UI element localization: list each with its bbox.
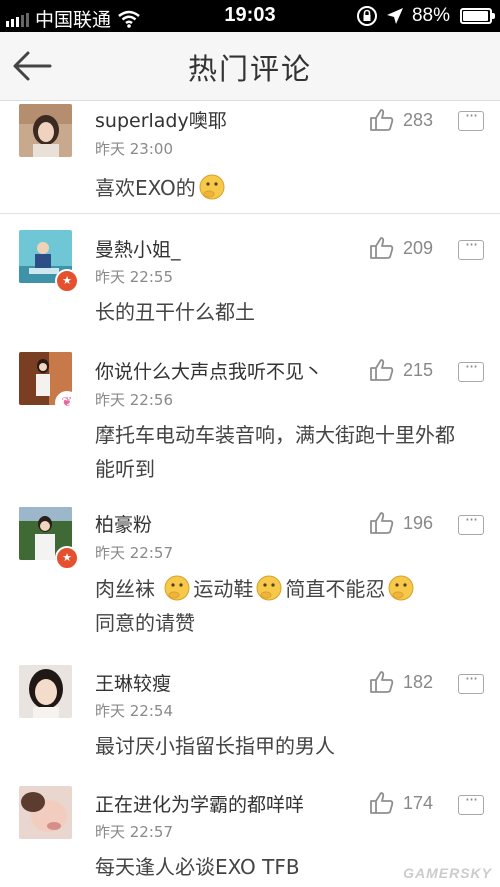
more-options-button[interactable] bbox=[458, 235, 484, 260]
thumbs-up-icon bbox=[370, 109, 394, 131]
verified-star-badge: ★ bbox=[55, 546, 79, 570]
like-button[interactable]: 283 bbox=[369, 108, 433, 132]
avatar[interactable] bbox=[19, 786, 72, 839]
like-button[interactable]: 182 bbox=[369, 670, 433, 694]
verified-star-badge: ★ bbox=[55, 269, 79, 293]
username[interactable]: 柏豪粉 bbox=[95, 510, 152, 537]
like-count: 283 bbox=[403, 109, 434, 130]
rotation-lock-icon bbox=[356, 6, 377, 26]
thinking-emoji-icon bbox=[256, 575, 282, 601]
comment-time: 昨天 22:57 bbox=[95, 544, 173, 562]
comment-item: 王琳较瘦 昨天 22:54 最讨厌小指留长指甲的男人 182 bbox=[0, 649, 500, 771]
comment-item: ★ 曼熱小姐_ 昨天 22:55 长的丑干什么都土 209 bbox=[0, 214, 500, 337]
thinking-emoji-icon bbox=[199, 174, 225, 200]
like-count: 215 bbox=[403, 359, 434, 380]
more-options-button[interactable] bbox=[458, 669, 484, 694]
more-options-button[interactable] bbox=[458, 510, 484, 535]
like-count: 182 bbox=[403, 671, 434, 692]
thumbs-up-icon bbox=[370, 792, 394, 814]
thinking-emoji-icon bbox=[388, 575, 414, 601]
comment-time: 昨天 22:57 bbox=[95, 823, 173, 841]
watermark-logo: GAMERSKY bbox=[403, 865, 492, 881]
comment-text-content: 喜欢EXO的 bbox=[95, 176, 196, 200]
comment-text: 喜欢EXO的 bbox=[95, 171, 465, 205]
like-count: 174 bbox=[403, 792, 434, 813]
like-count: 209 bbox=[403, 237, 434, 258]
comment-time: 昨天 22:54 bbox=[95, 702, 173, 720]
comment-text: 长的丑干什么都土 bbox=[95, 300, 255, 324]
more-options-button[interactable] bbox=[458, 790, 484, 815]
thumbs-up-icon bbox=[370, 512, 394, 534]
like-button[interactable]: 209 bbox=[369, 236, 433, 260]
more-options-button[interactable] bbox=[458, 106, 484, 131]
thumbs-up-icon bbox=[370, 359, 394, 381]
location-arrow-icon bbox=[386, 8, 403, 24]
username[interactable]: 你说什么大声点我听不见丶 bbox=[95, 357, 323, 384]
battery-icon bbox=[460, 8, 495, 24]
comment-item: ★ 柏豪粉 昨天 22:57 肉丝袜 运动鞋 简直不能忍 同意的请赞 196 bbox=[0, 490, 500, 650]
comment-list[interactable]: superlady噢耶 昨天 23:00 喜欢EXO的 283 ★ 曼熱小姐_ … bbox=[0, 101, 500, 887]
page-title: 热门评论 bbox=[187, 52, 312, 86]
avatar[interactable] bbox=[19, 665, 72, 718]
thinking-emoji-icon bbox=[164, 575, 190, 601]
like-button[interactable]: 174 bbox=[369, 791, 433, 815]
comment-item: superlady噢耶 昨天 23:00 喜欢EXO的 283 bbox=[0, 101, 500, 214]
username[interactable]: superlady噢耶 bbox=[95, 106, 227, 133]
username[interactable]: 曼熱小姐_ bbox=[95, 235, 181, 262]
comment-time: 昨天 22:56 bbox=[95, 391, 173, 409]
comment-time: 昨天 23:00 bbox=[95, 140, 173, 158]
nav-bar: 热门评论 bbox=[0, 32, 500, 101]
username[interactable]: 王琳较瘦 bbox=[95, 669, 171, 696]
more-options-button[interactable] bbox=[458, 357, 484, 382]
like-button[interactable]: 196 bbox=[369, 511, 433, 535]
like-count: 196 bbox=[403, 512, 434, 533]
bunny-badge: ❦ bbox=[55, 391, 79, 415]
thumbs-up-icon bbox=[370, 671, 394, 693]
username[interactable]: 正在进化为学霸的都咩咩 bbox=[95, 790, 304, 817]
comment-text-content: 肉丝袜 运动鞋 简直不能忍 同意的请赞 bbox=[95, 575, 417, 635]
like-button[interactable]: 215 bbox=[369, 358, 433, 382]
comment-text: 肉丝袜 运动鞋 简直不能忍 同意的请赞 bbox=[95, 572, 475, 640]
comment-time: 昨天 22:55 bbox=[95, 268, 173, 286]
comment-text: 最讨厌小指留长指甲的男人 bbox=[95, 734, 335, 758]
comment-item: ❦ 你说什么大声点我听不见丶 昨天 22:56 摩托车电动车装音响，满大街跑十里… bbox=[0, 336, 500, 491]
battery-percent: 88% bbox=[411, 5, 450, 26]
avatar[interactable] bbox=[19, 104, 72, 157]
comment-text: 摩托车电动车装音响，满大街跑十里外都能听到 bbox=[95, 423, 455, 481]
thumbs-up-icon bbox=[370, 237, 394, 259]
status-bar: 中国联通 19:03 88% bbox=[0, 0, 500, 32]
